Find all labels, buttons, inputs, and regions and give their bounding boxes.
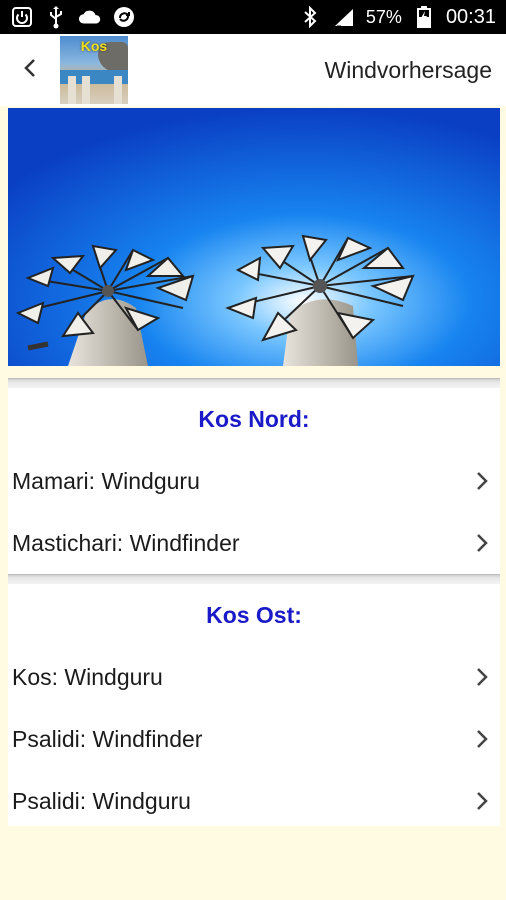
back-button[interactable] [0, 34, 60, 106]
list-item-mamari-windguru[interactable]: Mamari: Windguru [8, 450, 500, 512]
section-divider [8, 378, 500, 388]
list-item-label: Psalidi: Windfinder [12, 725, 203, 752]
list-item-label: Kos: Windguru [12, 663, 163, 690]
chevron-right-icon [472, 727, 492, 751]
list-item-mastichari-windfinder[interactable]: Mastichari: Windfinder [8, 512, 500, 574]
app-logo: Kos [60, 36, 128, 104]
list-item-label: Psalidi: Windguru [12, 787, 191, 814]
chevron-right-icon [472, 469, 492, 493]
power-icon [10, 5, 34, 29]
section-divider [8, 574, 500, 584]
chevron-right-icon [472, 531, 492, 555]
section-header-kos-nord: Kos Nord: [198, 406, 310, 432]
cloud-icon [78, 5, 102, 29]
signal-icon [332, 5, 356, 29]
bluetooth-icon [298, 5, 322, 29]
app-bar: Kos Windvorhersage [0, 34, 506, 106]
sync-icon [112, 5, 136, 29]
section-header-kos-ost: Kos Ost: [206, 602, 302, 628]
usb-icon [44, 5, 68, 29]
chevron-left-icon [23, 53, 37, 87]
list-item-label: Mamari: Windguru [12, 467, 200, 494]
list-item-psalidi-windguru[interactable]: Psalidi: Windguru [8, 770, 500, 826]
logo-text: Kos [80, 38, 108, 54]
list-item-kos-windguru[interactable]: Kos: Windguru [8, 646, 500, 708]
battery-icon [412, 5, 436, 29]
page-title: Windvorhersage [324, 57, 492, 83]
chevron-right-icon [472, 789, 492, 813]
battery-percent: 57% [365, 6, 402, 27]
status-time: 00:31 [445, 5, 496, 28]
chevron-right-icon [472, 665, 492, 689]
link-list: Kos Nord: Mamari: Windguru Mastichari: W… [8, 366, 500, 826]
hero-windmills-image [8, 108, 500, 366]
list-item-label: Mastichari: Windfinder [12, 529, 240, 556]
list-item-psalidi-windfinder[interactable]: Psalidi: Windfinder [8, 708, 500, 770]
status-bar: 57% 00:31 [0, 0, 506, 34]
